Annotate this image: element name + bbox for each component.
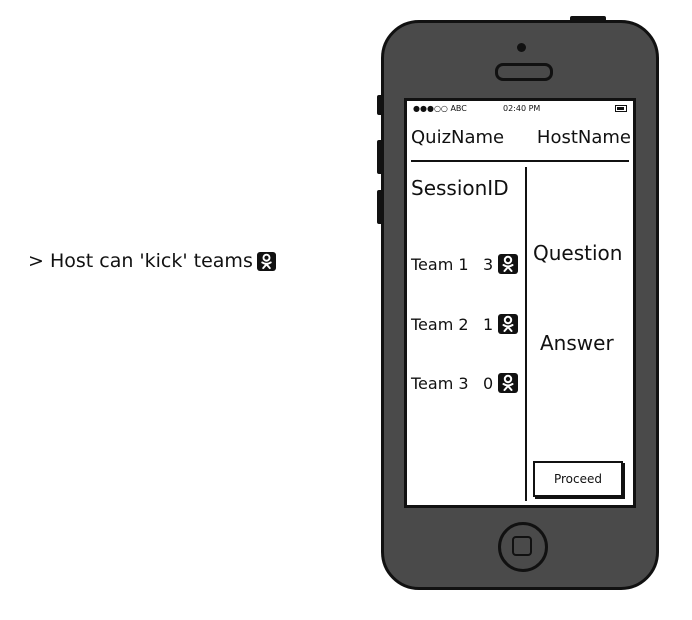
carrier-signal: ●●●○○ ABC xyxy=(413,104,467,113)
team-name: Team 2 xyxy=(411,314,469,334)
team-row: Team 1 3 xyxy=(411,254,518,274)
volume-down-button xyxy=(377,190,383,224)
header-divider xyxy=(411,160,629,162)
quiz-name: QuizName xyxy=(411,127,505,148)
team-row: Team 3 0 xyxy=(411,373,518,393)
home-button-icon xyxy=(512,536,532,556)
question-text: Question xyxy=(533,241,623,265)
kick-team-icon[interactable] xyxy=(498,254,518,274)
kick-icon xyxy=(256,251,276,271)
kick-team-icon[interactable] xyxy=(498,314,518,334)
team-name: Team 3 xyxy=(411,373,469,393)
battery-icon xyxy=(615,105,627,112)
proceed-button[interactable]: Proceed xyxy=(533,461,623,497)
home-button[interactable] xyxy=(498,522,548,572)
volume-up-button xyxy=(377,140,383,174)
answer-text: Answer xyxy=(540,331,614,355)
mute-switch xyxy=(377,95,383,115)
session-id: SessionID xyxy=(411,176,509,200)
column-divider xyxy=(525,167,527,501)
power-button xyxy=(570,16,606,22)
team-score: 3 xyxy=(483,254,494,274)
annotation-note: > Host can 'kick' teams xyxy=(28,250,276,272)
status-time: 02:40 PM xyxy=(503,104,541,113)
team-row: Team 2 1 xyxy=(411,314,518,334)
team-score: 1 xyxy=(483,314,494,334)
team-score: 0 xyxy=(483,373,494,393)
speaker-grille xyxy=(495,63,553,81)
kick-team-icon[interactable] xyxy=(498,373,518,393)
team-name: Team 1 xyxy=(411,254,469,274)
status-bar: ●●●○○ ABC 02:40 PM xyxy=(407,101,633,117)
host-name: HostName xyxy=(536,127,631,148)
camera-icon xyxy=(517,43,526,52)
phone-screen: ●●●○○ ABC 02:40 PM QuizName HostName Ses… xyxy=(404,98,636,508)
annotation-text: > Host can 'kick' teams xyxy=(28,250,253,272)
